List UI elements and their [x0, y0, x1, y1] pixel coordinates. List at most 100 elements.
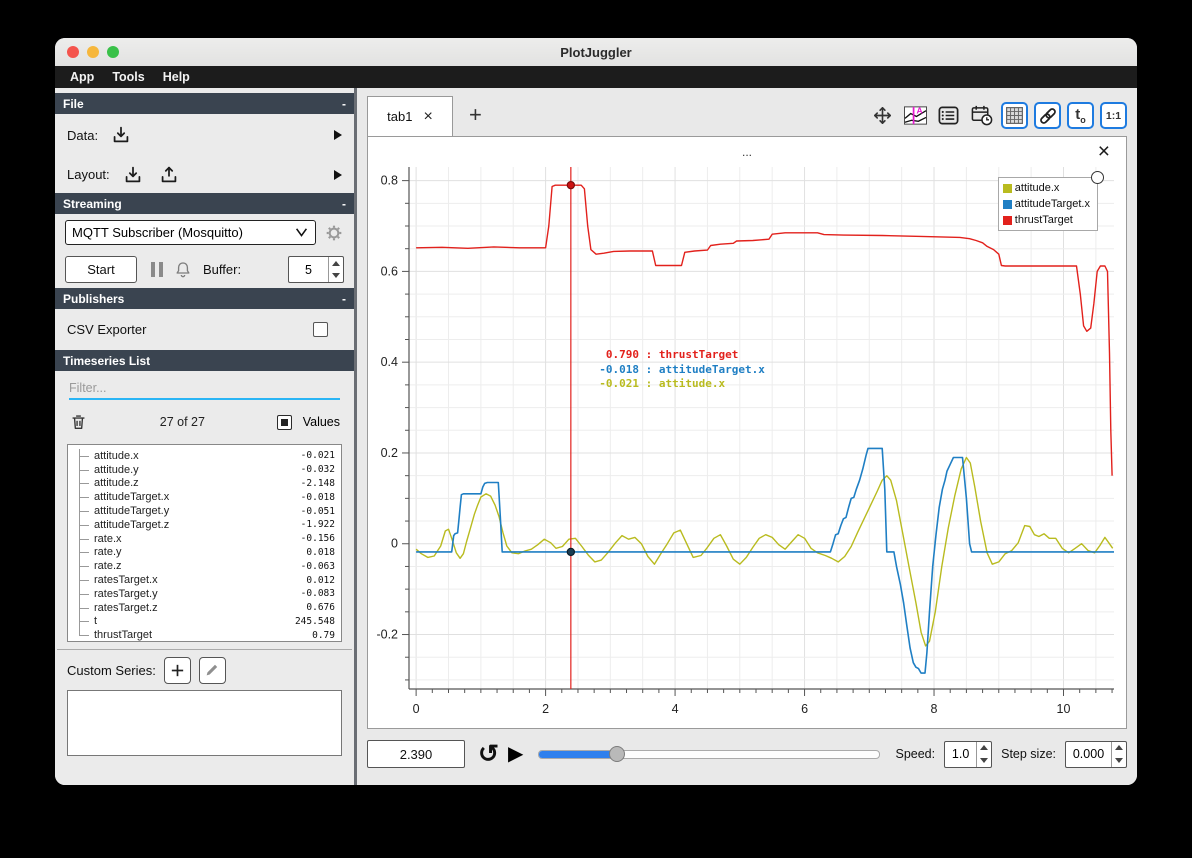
trash-icon[interactable]	[69, 412, 88, 432]
layout-label: Layout:	[67, 167, 110, 182]
timeseries-item[interactable]: attitude.z -2.148	[70, 476, 335, 491]
menu-item-tools[interactable]: Tools	[103, 70, 153, 84]
window-title: PlotJuggler	[560, 44, 632, 60]
pan-zoom-button[interactable]	[869, 102, 896, 129]
timeseries-item[interactable]: attitudeTarget.z -1.922	[70, 517, 335, 532]
pause-icon[interactable]	[151, 262, 163, 277]
edit-custom-series-button[interactable]	[198, 656, 226, 684]
spin-up-icon[interactable]	[329, 257, 343, 270]
time-field[interactable]: 2.390	[367, 740, 465, 768]
sidebar: File - Data: Layout: Streaming - MQTT Su…	[55, 88, 357, 785]
tracker-point	[566, 547, 576, 557]
buffer-spinbox[interactable]: 5	[288, 256, 344, 283]
speed-label: Speed:	[895, 747, 936, 761]
grid-layout-button[interactable]	[1001, 102, 1028, 129]
timeseries-item[interactable]: rate.z -0.063	[70, 559, 335, 573]
section-header-publishers[interactable]: Publishers -	[55, 288, 354, 309]
section-header-file[interactable]: File -	[55, 93, 354, 114]
spin-up-icon[interactable]	[1112, 742, 1126, 755]
collapse-icon[interactable]: -	[342, 292, 346, 306]
spin-up-icon[interactable]	[977, 742, 991, 755]
gear-icon[interactable]	[324, 223, 344, 243]
section-title: File	[63, 96, 84, 111]
spin-down-icon[interactable]	[329, 270, 343, 283]
timeseries-item[interactable]: attitude.x -0.021	[70, 449, 335, 463]
spin-down-icon[interactable]	[977, 754, 991, 767]
timeseries-name: attitude.x	[94, 449, 139, 462]
timeseries-value: -0.083	[300, 588, 335, 600]
svg-text:10: 10	[1057, 702, 1071, 716]
menu-item-app[interactable]: App	[61, 70, 103, 84]
play-button[interactable]: ▶	[508, 744, 523, 764]
speed-value: 1.0	[951, 747, 970, 761]
slider-handle[interactable]	[609, 746, 626, 762]
legend-item[interactable]: attitudeTarget.x	[1002, 198, 1090, 210]
custom-series-list[interactable]	[67, 690, 342, 756]
timeseries-item[interactable]: attitude.y -0.032	[70, 462, 335, 477]
plot-list-button[interactable]	[935, 102, 962, 129]
svg-text:2: 2	[542, 702, 549, 716]
plot-toolbar: Ato 1:1	[869, 102, 1127, 129]
legend-swatch	[1002, 215, 1012, 225]
curve-tracker-button[interactable]: A	[902, 102, 929, 129]
bell-icon[interactable]	[173, 260, 193, 280]
datetime-button[interactable]	[968, 102, 995, 129]
menu-item-help[interactable]: Help	[154, 70, 199, 84]
timeseries-item[interactable]: rate.x -0.156	[70, 531, 335, 546]
close-window-button[interactable]	[67, 46, 79, 58]
section-header-streaming[interactable]: Streaming -	[55, 193, 354, 214]
time-slider[interactable]	[538, 745, 881, 763]
section-title: Timeseries List	[63, 353, 151, 368]
legend-item[interactable]: thrustTarget	[1002, 214, 1090, 226]
values-checkbox[interactable]	[276, 414, 292, 430]
add-tab-button[interactable]: +	[469, 104, 482, 126]
timeseries-value: -1.922	[300, 519, 335, 531]
legend-item[interactable]: attitude.x	[1002, 182, 1090, 194]
section-header-timeseries[interactable]: Timeseries List	[55, 350, 354, 371]
load-data-button[interactable]	[108, 123, 134, 147]
filter-input[interactable]	[69, 378, 340, 400]
timeseries-item[interactable]: thrustTarget 0.79	[70, 628, 335, 641]
legend-handle-icon[interactable]	[1091, 171, 1104, 184]
speed-spinbox[interactable]: 1.0	[944, 740, 993, 768]
close-tab-icon[interactable]: ×	[423, 108, 432, 125]
step-size-spinbox[interactable]: 0.000	[1065, 740, 1127, 768]
tracker-readout-line: -0.021 : attitude.x	[599, 377, 726, 390]
chevron-right-icon[interactable]	[334, 169, 342, 180]
timeseries-item[interactable]: attitudeTarget.y -0.051	[70, 504, 335, 518]
ratio-button[interactable]: 1:1	[1100, 102, 1127, 129]
download-icon	[113, 126, 129, 143]
time-offset-button[interactable]: to	[1067, 102, 1094, 129]
streaming-source-select[interactable]: MQTT Subscriber (Mosquitto)	[65, 220, 316, 245]
timeseries-item[interactable]: ratesTarget.y -0.083	[70, 586, 335, 601]
custom-series-label: Custom Series:	[67, 662, 156, 678]
timeseries-name: ratesTarget.x	[94, 574, 158, 587]
datetime-icon	[971, 105, 992, 126]
link-axes-icon	[1039, 107, 1056, 124]
minimize-window-button[interactable]	[87, 46, 99, 58]
save-layout-button[interactable]	[156, 163, 182, 187]
chevron-right-icon[interactable]	[334, 130, 342, 140]
timeseries-name: attitude.z	[94, 477, 139, 490]
timeseries-item[interactable]: t 245.548	[70, 614, 335, 629]
timeseries-item[interactable]: attitudeTarget.x -0.018	[70, 490, 335, 504]
tracker-readout: 0.790 : thrustTarget -0.018 : attitudeTar…	[593, 348, 765, 392]
csv-exporter-checkbox[interactable]	[313, 322, 328, 337]
timeseries-item[interactable]: ratesTarget.z 0.676	[70, 600, 335, 615]
timeseries-item[interactable]: ratesTarget.x 0.012	[70, 573, 335, 587]
add-custom-series-button[interactable]	[163, 656, 191, 684]
maximize-window-button[interactable]	[107, 46, 119, 58]
load-layout-button[interactable]	[120, 163, 146, 187]
collapse-icon[interactable]: -	[342, 97, 346, 111]
timeseries-value: 0.79	[312, 629, 335, 641]
start-streaming-button[interactable]: Start	[65, 256, 137, 283]
plot-legend[interactable]: attitude.x attitudeTarget.x thrustTarget	[997, 171, 1104, 231]
plot-area[interactable]: ... × 0 2 4 6 8 10 -0.2 0 0.2 0.4 0.6 0.8 attitude.…	[367, 136, 1127, 729]
timeseries-name: rate.x	[94, 532, 122, 545]
link-axes-button[interactable]	[1034, 102, 1061, 129]
loop-icon[interactable]: ↺	[478, 742, 499, 767]
collapse-icon[interactable]: -	[342, 197, 346, 211]
timeseries-item[interactable]: rate.y 0.018	[70, 545, 335, 560]
tab-tab1[interactable]: tab1 ×	[367, 96, 453, 136]
spin-down-icon[interactable]	[1112, 754, 1126, 767]
